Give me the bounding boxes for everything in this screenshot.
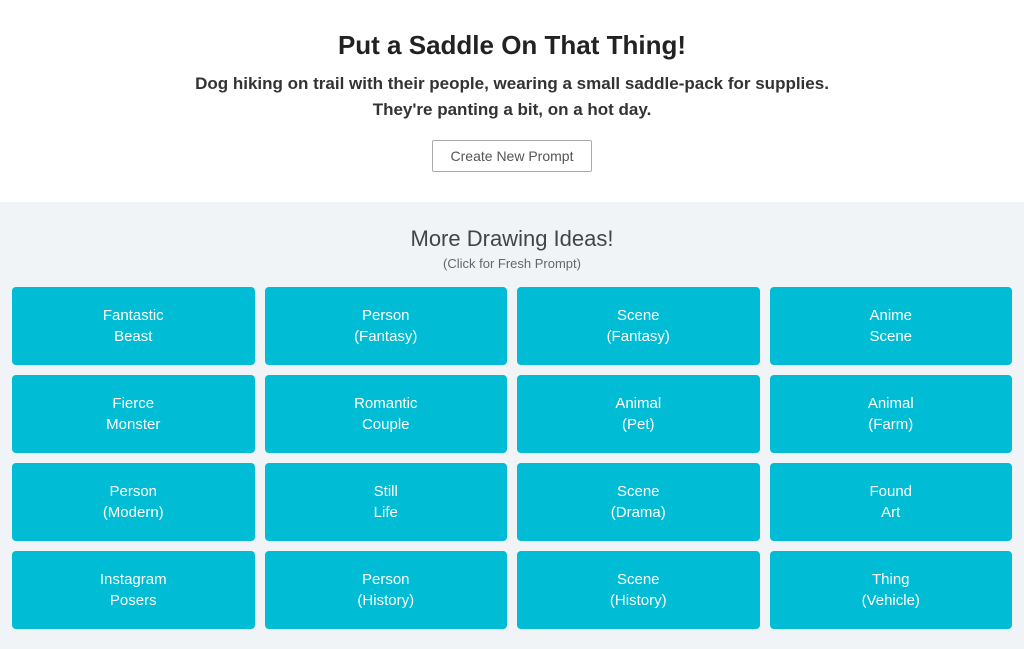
create-new-prompt-button[interactable]: Create New Prompt (432, 140, 593, 172)
drawing-idea-item[interactable]: Scene(Fantasy) (517, 287, 760, 365)
drawing-idea-item[interactable]: Scene(History) (517, 551, 760, 629)
drawing-idea-item[interactable]: Person(History) (265, 551, 508, 629)
drawing-ideas-title: More Drawing Ideas! (12, 226, 1012, 252)
drawing-idea-item[interactable]: StillLife (265, 463, 508, 541)
drawing-idea-item[interactable]: FoundArt (770, 463, 1013, 541)
drawing-idea-item[interactable]: AnimeScene (770, 287, 1013, 365)
drawing-idea-item[interactable]: Animal(Pet) (517, 375, 760, 453)
drawing-idea-item[interactable]: Thing(Vehicle) (770, 551, 1013, 629)
drawing-idea-item[interactable]: Person(Modern) (12, 463, 255, 541)
drawing-idea-item[interactable]: Scene(Drama) (517, 463, 760, 541)
drawing-ideas-grid: FantasticBeastPerson(Fantasy)Scene(Fanta… (12, 287, 1012, 629)
main-title: Put a Saddle On That Thing! (20, 30, 1004, 61)
subtitle-line1: Dog hiking on trail with their people, w… (195, 74, 829, 93)
drawing-ideas-section: More Drawing Ideas! (Click for Fresh Pro… (0, 202, 1024, 649)
drawing-idea-item[interactable]: Animal(Farm) (770, 375, 1013, 453)
click-hint: (Click for Fresh Prompt) (12, 256, 1012, 271)
drawing-idea-item[interactable]: Person(Fantasy) (265, 287, 508, 365)
drawing-idea-item[interactable]: InstagramPosers (12, 551, 255, 629)
subtitle: Dog hiking on trail with their people, w… (20, 71, 1004, 122)
top-section: Put a Saddle On That Thing! Dog hiking o… (0, 0, 1024, 202)
drawing-idea-item[interactable]: FantasticBeast (12, 287, 255, 365)
subtitle-line2: They're panting a bit, on a hot day. (373, 100, 652, 119)
drawing-idea-item[interactable]: FierceMonster (12, 375, 255, 453)
drawing-idea-item[interactable]: RomanticCouple (265, 375, 508, 453)
